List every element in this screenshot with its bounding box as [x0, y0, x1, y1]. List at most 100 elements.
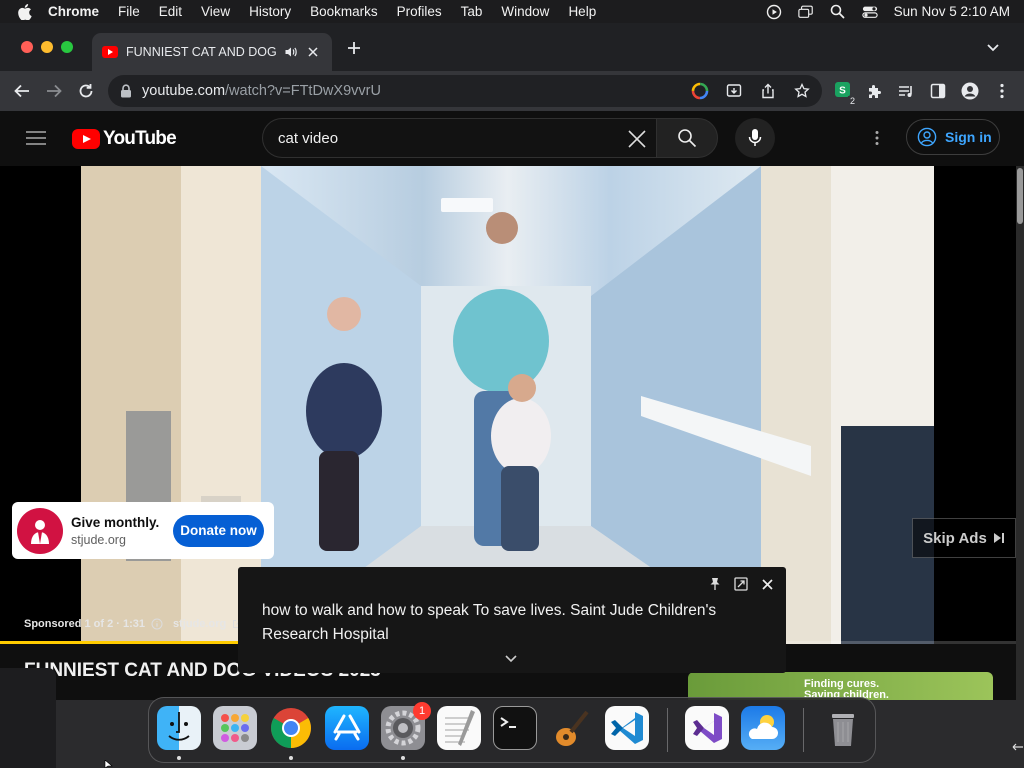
tab-search-chevron-down-icon[interactable]: [986, 40, 1002, 56]
account-circle-icon: [917, 127, 937, 147]
settings-kebab-icon[interactable]: [867, 128, 887, 148]
info-icon[interactable]: [151, 618, 163, 630]
search-icon: [678, 129, 697, 148]
menubar-clock[interactable]: Sun Nov 5 2:10 AM: [894, 4, 1010, 19]
back-arrow-icon[interactable]: [12, 81, 32, 101]
dock-weather-icon[interactable]: [741, 706, 785, 750]
dock-vscode-icon[interactable]: [605, 706, 649, 750]
scrollbar-thumb[interactable]: [1017, 168, 1023, 224]
url-text[interactable]: youtube.com/watch?v=FTtDwX9vvrU: [142, 83, 381, 99]
dock-terminal-icon[interactable]: [493, 706, 537, 750]
menu-bookmarks[interactable]: Bookmarks: [310, 4, 378, 19]
menu-edit[interactable]: Edit: [159, 4, 182, 19]
menu-window[interactable]: Window: [501, 4, 549, 19]
ad-overlay-card[interactable]: Give monthly. stjude.org Donate now: [12, 502, 274, 559]
sign-in-button[interactable]: Sign in: [906, 119, 1000, 155]
hamburger-menu-icon[interactable]: [26, 130, 46, 146]
clear-search-close-icon[interactable]: [626, 128, 648, 150]
menu-profiles[interactable]: Profiles: [397, 4, 442, 19]
dock-chrome-running-dot: [289, 756, 293, 760]
skip-ads-label: Skip Ads: [923, 529, 987, 547]
ad-card-title: Give monthly.: [71, 514, 160, 530]
macos-dock: 1: [148, 697, 876, 763]
share-icon[interactable]: [758, 81, 778, 101]
menu-chrome[interactable]: Chrome: [48, 4, 99, 19]
dock-garageband-icon[interactable]: [549, 706, 593, 750]
st-jude-logo-icon: [17, 507, 63, 554]
dock-trash-icon[interactable]: [821, 706, 865, 750]
side-panel-icon[interactable]: [928, 81, 948, 101]
dock-textedit-icon[interactable]: [437, 706, 481, 750]
skip-next-icon: [993, 533, 1004, 543]
skip-ads-button[interactable]: Skip Ads: [912, 518, 1016, 558]
caption-text: how to walk and how to speak To save liv…: [262, 602, 717, 643]
new-tab-icon[interactable]: [344, 38, 364, 58]
browser-tab-youtube[interactable]: FUNNIEST CAT AND DOG: [92, 33, 332, 71]
caption-panel[interactable]: how to walk and how to speak To save liv…: [238, 567, 786, 673]
chrome-menu-kebab-icon[interactable]: [992, 81, 1012, 101]
tab-close-icon[interactable]: [306, 45, 320, 59]
install-app-icon[interactable]: [724, 81, 744, 101]
youtube-play-logo-icon: [72, 129, 100, 149]
svg-text:S: S: [839, 86, 846, 97]
media-queue-icon[interactable]: [896, 81, 916, 101]
dock-separator-2: [803, 708, 804, 752]
youtube-logo[interactable]: YouTube: [72, 128, 177, 150]
ad-card-domain: stjude.org: [71, 532, 126, 547]
extensions-puzzle-icon[interactable]: [864, 81, 884, 101]
search-button[interactable]: [656, 118, 718, 158]
window-close-button[interactable]: [21, 41, 33, 53]
extension-s-icon[interactable]: S 2: [834, 81, 857, 106]
dock-visual-studio-icon[interactable]: [685, 706, 729, 750]
window-minimize-button[interactable]: [41, 41, 53, 53]
sponsored-info: Sponsored 1 of 2 · 1:31 stjude.org: [24, 618, 242, 630]
dock-launchpad-icon[interactable]: [213, 706, 257, 750]
window-zoom-button[interactable]: [61, 41, 73, 53]
youtube-wordmark: YouTube: [103, 128, 177, 149]
donate-now-button[interactable]: Donate now: [173, 514, 264, 547]
control-center-icon[interactable]: [861, 4, 878, 20]
sign-in-label: Sign in: [945, 129, 992, 145]
macos-menubar: Chrome File Edit View History Bookmarks …: [0, 0, 1024, 23]
dock-settings-running-dot: [401, 756, 405, 760]
tab-title: FUNNIEST CAT AND DOG: [126, 45, 277, 59]
menu-file[interactable]: File: [118, 4, 140, 19]
popout-icon[interactable]: [734, 577, 748, 591]
media-play-icon[interactable]: [766, 4, 782, 20]
menu-help[interactable]: Help: [568, 4, 596, 19]
menu-history[interactable]: History: [249, 4, 291, 19]
forward-arrow-icon[interactable]: [44, 81, 64, 101]
voice-search-button[interactable]: [735, 118, 775, 158]
page-scrollbar[interactable]: [1016, 166, 1024, 700]
apple-menu-icon[interactable]: [16, 3, 34, 20]
dock-app-store-icon[interactable]: [325, 706, 369, 750]
chrome-toolbar: youtube.com/watch?v=FTtDwX9vvrU S 2: [0, 71, 1024, 111]
reload-icon[interactable]: [76, 81, 96, 101]
menu-view[interactable]: View: [201, 4, 230, 19]
caption-chevron-down-icon[interactable]: [504, 651, 518, 663]
search-input-value: cat video: [278, 129, 339, 147]
tab-audio-icon[interactable]: [284, 45, 298, 59]
dock-finder-icon[interactable]: [157, 706, 201, 750]
pin-icon[interactable]: [708, 577, 722, 591]
dock-chrome-icon[interactable]: [269, 706, 313, 750]
dock-separator: [667, 708, 668, 752]
advertiser-link[interactable]: stjude.org: [173, 618, 226, 630]
profile-avatar-icon[interactable]: [960, 81, 980, 101]
settings-notification-badge: 1: [413, 702, 431, 720]
google-lens-icon[interactable]: [690, 81, 710, 101]
dock-system-settings-icon[interactable]: 1: [381, 702, 431, 750]
screen-mirroring-icon[interactable]: [797, 4, 814, 20]
address-bar[interactable]: youtube.com/watch?v=FTtDwX9vvrU: [108, 75, 822, 107]
caption-close-icon[interactable]: [760, 577, 774, 591]
spotlight-search-icon[interactable]: [830, 4, 846, 20]
microphone-icon: [748, 129, 762, 146]
dock-finder-running-dot: [177, 756, 181, 760]
menu-tab[interactable]: Tab: [461, 4, 483, 19]
background-window[interactable]: [0, 668, 56, 768]
bookmark-star-icon[interactable]: [792, 81, 812, 101]
youtube-favicon-icon: [102, 46, 118, 58]
lock-icon: [121, 84, 131, 98]
resize-arrow-icon: [1012, 743, 1023, 751]
search-input[interactable]: cat video: [262, 118, 664, 158]
